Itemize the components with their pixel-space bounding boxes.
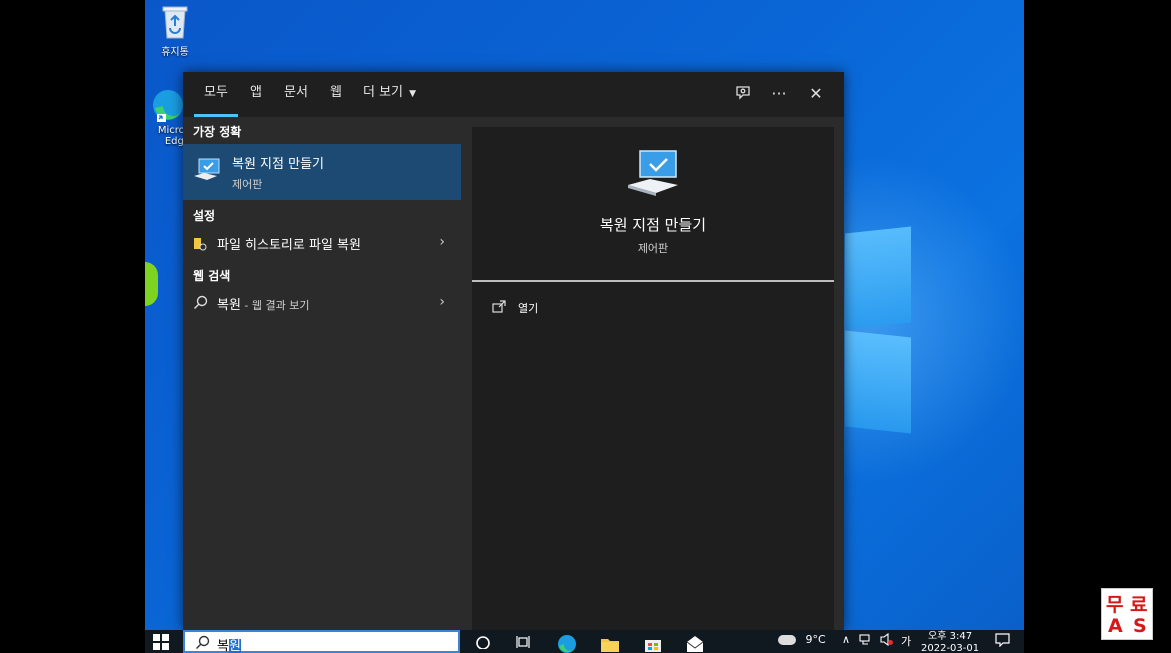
cloud-icon <box>778 635 796 645</box>
tab-all[interactable]: 모두 <box>194 72 238 117</box>
result-label: 파일 히스토리로 파일 복원 <box>217 238 361 253</box>
clock-time: 오후 3:47 <box>928 631 973 642</box>
result-label: 복원 - 웹 결과 보기 <box>217 294 309 313</box>
search-icon <box>195 635 210 653</box>
open-icon <box>492 299 506 318</box>
network-icon[interactable] <box>859 633 872 649</box>
detail-title: 복원 지점 만들기 <box>599 216 707 234</box>
desktop-icon-recycle-bin[interactable]: 휴지통 <box>145 4 205 58</box>
result-web-search[interactable]: 복원 - 웹 결과 보기 › <box>183 288 461 318</box>
watermark-char: S <box>1133 615 1147 637</box>
system-restore-icon <box>193 156 221 188</box>
detail-pane: 복원 지점 만들기 제어판 열기 <box>472 127 834 630</box>
detail-subtitle: 제어판 <box>637 242 669 255</box>
store-icon[interactable] <box>643 633 663 653</box>
caret-down-icon: ▼ <box>409 89 417 99</box>
web-query: 복원 <box>217 298 241 313</box>
taskbar-search-input[interactable]: 복원 <box>183 630 460 653</box>
section-best-match: 가장 정확 <box>193 125 242 139</box>
results-pane: 가장 정확 복원 지점 만들기 제어판 설정 파일 히스토리로 파일 복원 › … <box>183 117 461 630</box>
search-query: 복원 <box>217 635 241 653</box>
web-result-suffix: - 웹 결과 보기 <box>240 299 310 312</box>
chevron-right-icon: › <box>439 294 445 310</box>
start-button[interactable] <box>153 634 169 650</box>
cortana-icon[interactable] <box>475 633 495 653</box>
clock[interactable]: 오후 3:47 2022-03-01 <box>921 631 979 653</box>
clock-date: 2022-03-01 <box>921 643 980 653</box>
system-restore-large-icon <box>626 147 682 201</box>
result-file-history[interactable]: 파일 히스토리로 파일 복원 › <box>183 228 461 258</box>
desktop-partial-icon <box>145 262 158 306</box>
notification-icon[interactable] <box>995 633 1010 650</box>
search-tabs-bar: 모두 앱 문서 웹 더 보기 ▼ ··· ✕ <box>183 72 844 117</box>
detail-divider <box>472 280 834 282</box>
tab-more[interactable]: 더 보기 ▼ <box>363 72 416 117</box>
query-selected-text: 원 <box>228 639 241 653</box>
close-icon[interactable]: ✕ <box>806 84 826 104</box>
edge-icon <box>151 88 185 123</box>
section-web-search: 웹 검색 <box>193 269 231 283</box>
more-icon[interactable]: ··· <box>769 84 789 104</box>
taskbar: 복원 9°C ∧ 가 오후 3:47 2022-03-01 <box>145 630 1024 653</box>
chevron-up-icon[interactable]: ∧ <box>842 633 850 646</box>
task-view-icon[interactable] <box>515 633 535 653</box>
file-explorer-icon[interactable] <box>600 633 620 653</box>
edge-taskbar-icon[interactable] <box>557 633 577 653</box>
file-history-icon <box>193 236 207 255</box>
open-label: 열기 <box>518 302 539 315</box>
watermark-char: A <box>1108 615 1123 637</box>
tab-more-label: 더 보기 <box>363 85 404 100</box>
mail-icon[interactable] <box>685 633 705 653</box>
chevron-right-icon: › <box>439 234 445 250</box>
channel-watermark: 무 료 A S <box>1101 588 1153 640</box>
best-match-subtitle: 제어판 <box>232 178 263 191</box>
tab-documents[interactable]: 문서 <box>284 72 308 117</box>
section-settings: 설정 <box>193 209 216 223</box>
best-match-title: 복원 지점 만들기 <box>232 157 324 172</box>
weather-widget[interactable]: 9°C <box>778 633 826 646</box>
tab-apps[interactable]: 앱 <box>250 72 262 117</box>
desktop-icon-label: 휴지통 <box>161 47 189 58</box>
weather-temp: 9°C <box>805 633 826 646</box>
ime-indicator[interactable]: 가 <box>901 633 911 649</box>
search-icon <box>193 295 208 314</box>
recycle-bin-icon <box>158 4 192 40</box>
windows-wallpaper-logo <box>845 226 911 434</box>
watermark-char: 료 <box>1130 594 1148 616</box>
search-flyout: 모두 앱 문서 웹 더 보기 ▼ ··· ✕ 가장 정확 복원 지점 만들기 제… <box>183 72 844 630</box>
feedback-icon[interactable] <box>734 84 754 104</box>
tab-web[interactable]: 웹 <box>330 72 342 117</box>
volume-muted-icon[interactable] <box>880 632 894 649</box>
watermark-char: 무 <box>1106 594 1124 616</box>
query-text: 복 <box>217 639 229 653</box>
best-match-item[interactable]: 복원 지점 만들기 제어판 <box>183 144 461 200</box>
